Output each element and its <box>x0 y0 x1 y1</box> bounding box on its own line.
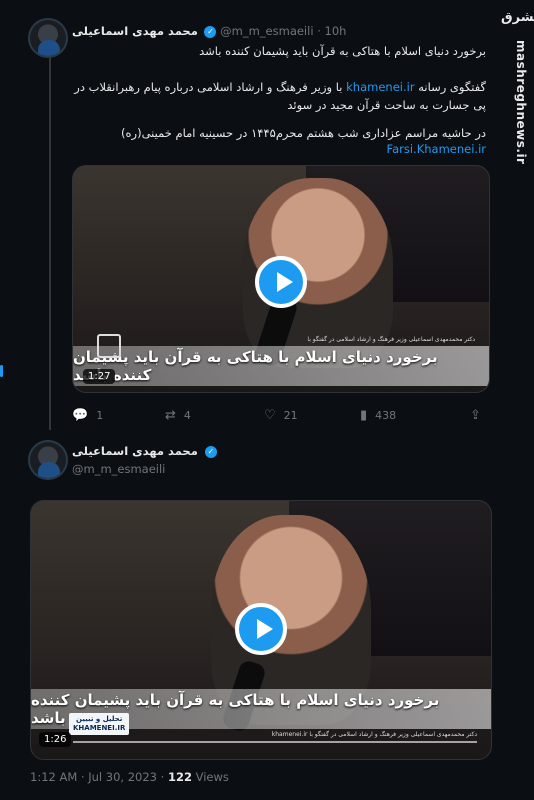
video-source: khamenei.ir <box>271 731 308 738</box>
views-button[interactable]: ▮ 438 <box>360 408 396 423</box>
video-duration-2: 1:26 <box>39 732 72 747</box>
author-avatar[interactable] <box>28 18 68 58</box>
retweet-button[interactable]: ⇄ 4 <box>165 408 191 423</box>
video-progress-bar[interactable] <box>73 741 477 743</box>
mashregh-logo: مشرق <box>501 10 534 25</box>
author-name-2[interactable]: محمد مهدی اسماعیلی ✓ <box>72 444 217 458</box>
author-name[interactable]: محمد مهدی اسماعیلی <box>72 24 198 38</box>
tweet-header: محمد مهدی اسماعیلی ✓ @m_m_esmaeili · 10h <box>72 24 346 38</box>
video-logo-icon <box>97 334 121 358</box>
video-subcaption-2: دکتر محمدمهدی اسماعیلی وزیر فرهنگ و ارشا… <box>271 731 477 738</box>
tweet-timestamp[interactable]: 1:12 AM · Jul 30, 2023 · <box>30 770 168 784</box>
reply-button[interactable]: 💬 1 <box>72 408 103 423</box>
author-handle[interactable]: @m_m_esmaeili <box>220 24 313 38</box>
play-button-2[interactable] <box>235 603 287 655</box>
tweet-para2: گفتگوی رسانه khamenei.ir با وزیر فرهنگ و… <box>72 78 486 114</box>
views-count: 438 <box>375 409 397 422</box>
left-edge-marker <box>0 365 3 377</box>
share-icon: ⇪ <box>470 408 481 423</box>
para2-before: گفتگوی رسانه <box>414 80 486 94</box>
retweet-count: 4 <box>183 409 191 422</box>
tweet-line1: برخورد دنیای اسلام با هتاکی به قرآن باید… <box>199 44 486 58</box>
tweet-meta: 1:12 AM · Jul 30, 2023 · 122 Views <box>30 770 229 784</box>
khamenei-link[interactable]: khamenei.ir <box>346 80 414 94</box>
retweet-icon: ⇄ <box>165 408 176 423</box>
tweet-time[interactable]: 10h <box>325 24 347 38</box>
author-avatar-2[interactable] <box>28 440 68 480</box>
separator: · <box>317 24 321 38</box>
share-button[interactable]: ⇪ <box>470 408 481 423</box>
play-button[interactable] <box>255 256 307 308</box>
video-player-2[interactable]: برخورد دنیای اسلام با هتاکی به قرآن باید… <box>30 500 492 760</box>
views-icon: ▮ <box>360 408 368 423</box>
video-subcaption: دکتر محمدمهدی اسماعیلی وزیر فرهنگ و ارشا… <box>307 336 475 343</box>
video-caption: برخورد دنیای اسلام با هتاکی به قرآن باید… <box>73 346 489 386</box>
verified-icon: ✓ <box>204 25 217 38</box>
like-count: 21 <box>283 409 298 422</box>
verified-icon-2: ✓ <box>204 445 217 458</box>
mashregh-watermark: mashreghnews.ir <box>514 40 528 165</box>
views-label: Views <box>191 770 229 784</box>
farsi-khamenei-link[interactable]: Farsi.Khamenei.ir <box>72 140 486 158</box>
video-duration: 1:27 <box>83 369 116 384</box>
video-badge: تحلیل و تبیین KHAMENEI.IR <box>69 713 130 735</box>
thread-line <box>49 58 51 430</box>
views-total: 122 <box>167 770 192 784</box>
reply-icon: 💬 <box>72 408 89 423</box>
reply-count: 1 <box>96 409 104 422</box>
author-handle-2[interactable]: @m_m_esmaeili <box>72 462 165 476</box>
badge-line1: تحلیل و تبیین <box>75 715 123 723</box>
heart-icon: ♡ <box>264 408 276 423</box>
like-button[interactable]: ♡ 21 <box>264 408 298 423</box>
video-player-1[interactable]: برخورد دنیای اسلام با هتاکی به قرآن باید… <box>72 165 490 393</box>
badge-line2: KHAMENEI.IR <box>73 724 126 732</box>
